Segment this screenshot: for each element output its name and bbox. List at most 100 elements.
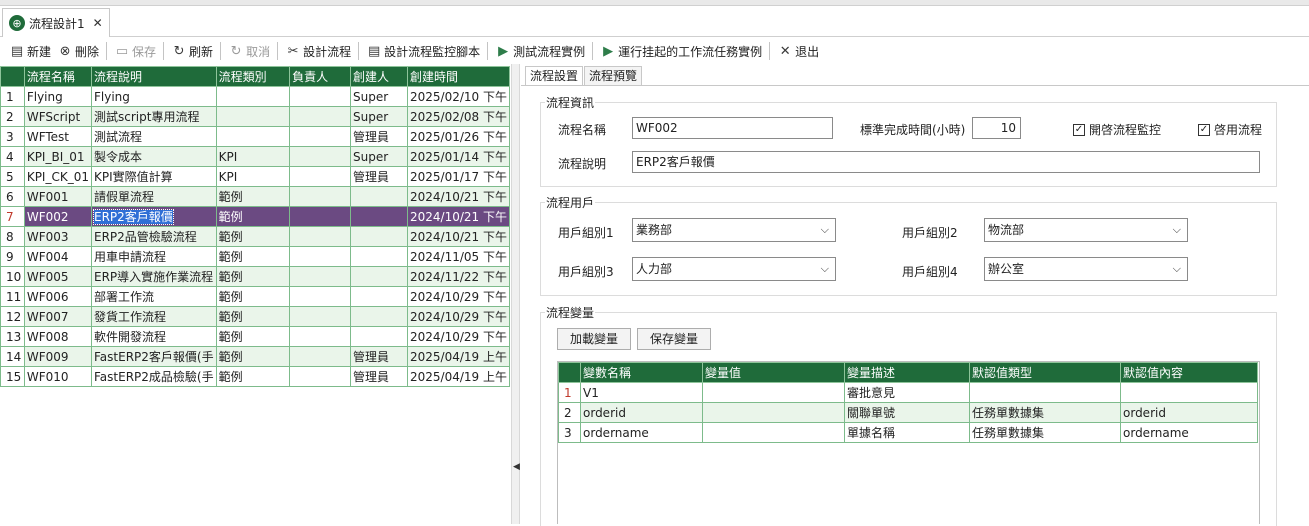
cell-time[interactable]: 2025/01/26 下午 — [406, 126, 511, 147]
enable-flow-checkbox[interactable]: ✓ 啓用流程 — [1198, 121, 1262, 138]
cell-creator[interactable] — [349, 326, 408, 347]
flow-desc-input[interactable]: ERP2客戶報價 — [632, 151, 1260, 173]
delete-button[interactable]: ⊗ 刪除 — [54, 40, 102, 62]
cell-desc[interactable]: FastERP2成品檢驗(手 — [91, 366, 217, 387]
cell-var-desc[interactable]: 審批意見 — [844, 382, 970, 403]
user-group2-select[interactable]: 物流部 ⌵ — [984, 218, 1188, 242]
cell-cat[interactable]: 範例 — [215, 306, 291, 327]
cell-desc[interactable]: Flying — [91, 86, 217, 107]
cell-time[interactable]: 2024/10/21 下午 — [406, 226, 511, 247]
table-row[interactable]: 7 WF002 ERP2客戶報價 範例 2024/10/21 下午 — [0, 206, 511, 227]
col-header-owner[interactable]: 負責人 — [289, 66, 351, 87]
cell-desc[interactable]: 軟件開發流程 — [91, 326, 217, 347]
col-header-category[interactable]: 流程類別 — [215, 66, 291, 87]
cell-editor-text[interactable]: ERP2客戶報價 — [93, 209, 174, 225]
cell-var-desc[interactable]: 單據名稱 — [844, 422, 970, 443]
cell-var-value[interactable] — [702, 422, 845, 443]
load-vars-button[interactable]: 加載變量 — [557, 328, 631, 350]
cell-time[interactable]: 2025/04/19 上午 — [406, 346, 511, 367]
cell-creator[interactable]: 管理員 — [349, 126, 408, 147]
col-header-default-type[interactable]: 默認值類型 — [969, 362, 1121, 383]
cell-var-name[interactable]: V1 — [580, 382, 703, 403]
cell-time[interactable]: 2024/10/29 下午 — [406, 326, 511, 347]
cell-cat[interactable]: 範例 — [215, 366, 291, 387]
cell-name[interactable]: WF004 — [23, 246, 93, 267]
cell-creator[interactable]: Super — [349, 106, 408, 127]
cell-time[interactable]: 2024/11/05 下午 — [406, 246, 511, 267]
cell-creator[interactable] — [349, 246, 408, 267]
cell-var-content[interactable] — [1120, 382, 1258, 403]
new-button[interactable]: ▤ 新建 — [6, 40, 54, 62]
collapse-arrow-icon[interactable]: ◀ — [513, 462, 520, 472]
row-number[interactable]: 3 — [558, 422, 581, 443]
row-number[interactable]: 7 — [0, 206, 25, 227]
cell-name[interactable]: WF009 — [23, 346, 93, 367]
cell-name[interactable]: WF003 — [23, 226, 93, 247]
save-button[interactable]: ▭ 保存 — [111, 40, 159, 62]
cell-owner[interactable] — [289, 346, 351, 367]
cell-cat[interactable]: KPI — [215, 166, 291, 187]
cell-var-value[interactable] — [702, 402, 845, 423]
cell-cat[interactable] — [215, 106, 291, 127]
row-number[interactable]: 14 — [0, 346, 25, 367]
row-number[interactable]: 9 — [0, 246, 25, 267]
col-header-creator[interactable]: 創建人 — [349, 66, 408, 87]
cell-creator[interactable] — [349, 286, 408, 307]
cell-owner[interactable] — [289, 146, 351, 167]
cell-creator[interactable] — [349, 206, 408, 227]
cell-desc[interactable]: 請假單流程 — [91, 186, 217, 207]
cell-desc[interactable]: ERP導入實施作業流程 — [91, 266, 217, 287]
cell-owner[interactable] — [289, 306, 351, 327]
table-row[interactable]: 3 ordername 單據名稱 任務單數據集 ordername — [558, 422, 1258, 443]
col-header-var-name[interactable]: 變數名稱 — [580, 362, 703, 383]
cell-name[interactable]: WFTest — [23, 126, 93, 147]
table-row[interactable]: 1 Flying Flying Super 2025/02/10 下午 — [0, 86, 511, 107]
close-icon[interactable]: ✕ — [93, 16, 103, 30]
cell-desc[interactable]: ERP2品管檢驗流程 — [91, 226, 217, 247]
cell-creator[interactable]: 管理員 — [349, 166, 408, 187]
cell-time[interactable]: 2024/10/29 下午 — [406, 306, 511, 327]
table-row[interactable]: 9 WF004 用車申請流程 範例 2024/11/05 下午 — [0, 246, 511, 267]
cell-time[interactable]: 2024/11/22 下午 — [406, 266, 511, 287]
cell-cat[interactable]: KPI — [215, 146, 291, 167]
col-header-var-value[interactable]: 變量值 — [702, 362, 845, 383]
panel-splitter[interactable]: ◀ — [511, 64, 520, 524]
col-header-desc[interactable]: 流程說明 — [91, 66, 217, 87]
cell-name[interactable]: WF008 — [23, 326, 93, 347]
table-row[interactable]: 10 WF005 ERP導入實施作業流程 範例 2024/11/22 下午 — [0, 266, 511, 287]
cell-name[interactable]: WF002 — [23, 206, 93, 227]
cell-creator[interactable] — [349, 266, 408, 287]
cell-desc[interactable]: 發貨工作流程 — [91, 306, 217, 327]
col-header-name[interactable]: 流程名稱 — [23, 66, 93, 87]
cell-time[interactable]: 2024/10/29 下午 — [406, 286, 511, 307]
cell-owner[interactable] — [289, 366, 351, 387]
row-number[interactable]: 5 — [0, 166, 25, 187]
tab-flow-preview[interactable]: 流程預覽 — [584, 66, 643, 86]
row-number[interactable]: 3 — [0, 126, 25, 147]
cell-time[interactable]: 2025/01/14 下午 — [406, 146, 511, 167]
table-row[interactable]: 6 WF001 請假單流程 範例 2024/10/21 下午 — [0, 186, 511, 207]
cell-cat[interactable]: 範例 — [215, 346, 291, 367]
cell-owner[interactable] — [289, 186, 351, 207]
cell-var-name[interactable]: orderid — [580, 402, 703, 423]
cell-name[interactable]: WF005 — [23, 266, 93, 287]
cell-creator[interactable]: Super — [349, 146, 408, 167]
row-number[interactable]: 8 — [0, 226, 25, 247]
row-number[interactable]: 4 — [0, 146, 25, 167]
row-number[interactable]: 6 — [0, 186, 25, 207]
table-row[interactable]: 2 WFScript 測試script專用流程 Super 2025/02/08 下午 — [0, 106, 511, 127]
row-number[interactable]: 15 — [0, 366, 25, 387]
cell-time[interactable]: 2024/10/21 下午 — [406, 206, 511, 227]
row-number[interactable]: 13 — [0, 326, 25, 347]
tab-flow-design[interactable]: ⊕ 流程設計1 ✕ — [2, 8, 110, 37]
cancel-button[interactable]: ↻ 取消 — [225, 40, 273, 62]
cell-desc[interactable]: 測試script專用流程 — [91, 106, 217, 127]
design-flow-button[interactable]: ✂ 設計流程 — [282, 40, 354, 62]
cell-creator[interactable] — [349, 186, 408, 207]
table-row[interactable]: 12 WF007 發貨工作流程 範例 2024/10/29 下午 — [0, 306, 511, 327]
cell-cat[interactable]: 範例 — [215, 326, 291, 347]
cell-desc[interactable]: FastERP2客戶報價(手 — [91, 346, 217, 367]
cell-time[interactable]: 2025/04/19 上午 — [406, 366, 511, 387]
cell-creator[interactable]: 管理員 — [349, 346, 408, 367]
cell-var-type[interactable] — [969, 382, 1121, 403]
